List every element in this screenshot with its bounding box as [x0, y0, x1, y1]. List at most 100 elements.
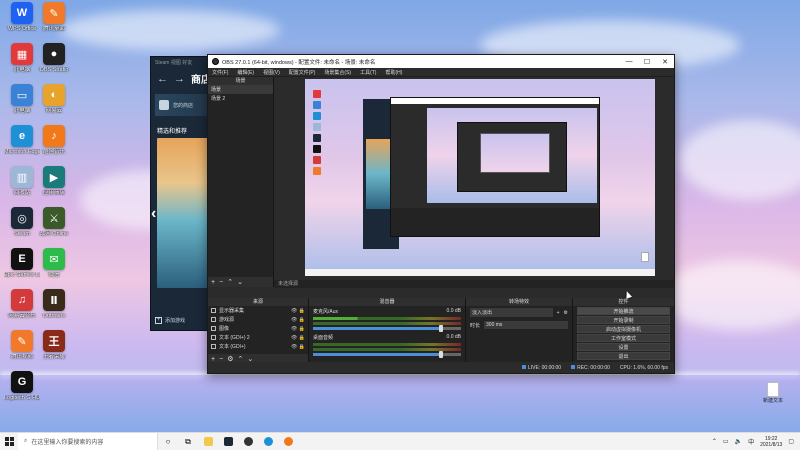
window-title: OBS 27.0.1 (64-bit, windows) - 配置文件: 未命名… — [222, 59, 376, 66]
file-explorer-icon[interactable] — [198, 433, 218, 450]
live-status: LIVE: 00:00:00 — [522, 364, 561, 371]
desktop-icon[interactable]: ● OBS Studio — [36, 43, 72, 74]
control-button[interactable]: 工作室模式 — [577, 334, 670, 342]
desktop-icon[interactable]: ✎ 腾讯视频 — [4, 330, 40, 361]
date: 2021/8/13 — [760, 441, 783, 448]
ime-icon[interactable]: 中 — [748, 437, 754, 446]
transition-select[interactable]: 淡入淡出 — [470, 308, 553, 317]
sources-header: 来源 — [208, 298, 308, 306]
desktop-icon[interactable]: ♪ 酷狗音乐 — [36, 125, 72, 156]
desktop-icon-label: 网易云 — [45, 108, 63, 114]
visibility-lock-icon[interactable]: 👁 🔒 — [291, 344, 305, 350]
desktop-icon[interactable]: ◎ Steam — [4, 207, 40, 238]
desktop-icon[interactable]: W WPS Office — [4, 2, 40, 33]
task-view-icon[interactable]: ⧉ — [178, 433, 198, 450]
music-taskbar-icon[interactable] — [278, 433, 298, 450]
control-button[interactable]: 开始推流 — [577, 307, 670, 315]
app-icon: ✎ — [43, 2, 65, 24]
scene-item[interactable]: 场景 2 — [208, 94, 273, 103]
taskbar-search[interactable]: ⌕ 在这里输入你要搜索的内容 — [18, 432, 158, 450]
duration-input[interactable]: 300 ms — [484, 321, 568, 329]
volume-slider[interactable] — [313, 325, 461, 332]
desktop-icon-label: 此电脑 — [13, 108, 31, 114]
desktop-file[interactable]: 新建文本 — [761, 382, 785, 404]
volume-icon[interactable]: 🔈 — [735, 438, 742, 445]
add-game-button[interactable]: + 添加游戏 — [155, 317, 185, 324]
channel-name: 桌面音频 — [313, 335, 334, 341]
source-label: 图像 — [219, 326, 230, 332]
close-icon[interactable]: ✕ — [656, 58, 674, 66]
desktop-icon[interactable]: ▦ 此电脑 — [4, 43, 40, 74]
desktop-icon[interactable]: ⚔ 战网 Online — [36, 207, 72, 238]
desktop-icon[interactable]: ▶ 应用商店 — [36, 166, 72, 197]
notification-icon[interactable]: ▢ — [788, 438, 794, 445]
obs-titlebar[interactable]: OBS 27.0.1 (64-bit, windows) - 配置文件: 未命名… — [208, 55, 674, 68]
add-icon[interactable]: + — [557, 310, 560, 316]
menu-item[interactable]: 配置文件(P) — [289, 69, 316, 76]
chevron-up-icon[interactable]: ⌃ — [227, 278, 233, 286]
desktop-icon[interactable]: 王王者荣耀 — [36, 330, 72, 361]
start-button[interactable] — [0, 437, 18, 446]
desktop-icon[interactable]: ◐ 网易云 — [36, 84, 72, 115]
cortana-icon[interactable]: ○ — [158, 433, 178, 450]
app-icon: ◎ — [11, 207, 33, 229]
desktop-icon[interactable]: ▥ 回收站 — [4, 166, 40, 197]
desktop-icon[interactable]: Ⅱ Outriders — [36, 289, 72, 320]
desktop-icon-label: 腾讯视频 — [10, 354, 33, 360]
back-arrow-icon[interactable]: ← — [157, 73, 168, 85]
network-icon[interactable]: ▭ — [723, 438, 729, 445]
menu-item[interactable]: 场景集合(S) — [324, 69, 351, 76]
visibility-lock-icon[interactable]: 👁 🔒 — [291, 326, 305, 332]
desktop-icon[interactable]: ✎ 腾讯桌面 — [36, 2, 72, 33]
desktop-icon-label: 回收站 — [13, 190, 31, 196]
desktop-icon[interactable]: E Epic Games Launcher — [4, 248, 40, 279]
visibility-lock-icon[interactable]: 👁 🔒 — [291, 317, 305, 323]
steam-taskbar-icon[interactable] — [218, 433, 238, 450]
source-item[interactable]: 文本 (GDI+) 2 👁 🔒 — [208, 333, 308, 342]
menu-item[interactable]: 文件(F) — [212, 69, 228, 76]
desktop-icon[interactable]: e Microsoft Edge — [4, 125, 40, 156]
app-icon: ▥ — [11, 166, 33, 188]
obs-taskbar-icon[interactable] — [238, 433, 258, 450]
control-button[interactable]: 开始录制 — [577, 316, 670, 324]
menu-item[interactable]: 视图(V) — [263, 69, 280, 76]
desktop-icon[interactable]: ▭ 此电脑 — [4, 84, 40, 115]
control-button[interactable]: 设置 — [577, 343, 670, 351]
channel-level: 0.0 dB — [446, 308, 461, 314]
menu-item[interactable]: 工具(T) — [360, 69, 376, 76]
chevron-down-icon[interactable]: ⌄ — [237, 278, 243, 286]
source-item[interactable]: 游戏源 👁 🔒 — [208, 315, 308, 324]
menu-item[interactable]: 编辑(E) — [237, 69, 254, 76]
clock[interactable]: 19:22 2021/8/13 — [760, 436, 782, 448]
scenes-panel: 场景 场景 场景 2 + − ⌃ ⌄ — [208, 77, 274, 287]
source-item[interactable]: 文本 (GDI+) 👁 🔒 — [208, 342, 308, 351]
volume-slider[interactable] — [313, 351, 461, 358]
maximize-icon[interactable]: ☐ — [638, 58, 656, 66]
remove-icon[interactable]: − — [219, 279, 223, 286]
app-icon: ✉ — [43, 248, 65, 270]
desktop-icon[interactable]: ♫ 网易云音乐 — [4, 289, 40, 320]
duration-label: 时长 — [470, 322, 481, 329]
forward-arrow-icon[interactable]: → — [174, 73, 185, 85]
chevron-up-icon[interactable]: ⌃ — [712, 438, 717, 445]
desktop-icon[interactable]: ✉ 微信 — [36, 248, 72, 279]
desktop-icon[interactable]: G Logitech G HUB — [4, 371, 40, 402]
obs-window[interactable]: OBS 27.0.1 (64-bit, windows) - 配置文件: 未命名… — [207, 54, 675, 374]
app-icon: ▶ — [43, 166, 65, 188]
visibility-lock-icon[interactable]: 👁 🔒 — [291, 335, 305, 341]
scene-item[interactable]: 场景 — [208, 85, 273, 94]
chevron-left-icon[interactable]: ‹ — [151, 205, 156, 223]
source-type-icon — [211, 326, 216, 331]
visibility-lock-icon[interactable]: 👁 🔒 — [291, 308, 305, 314]
edge-taskbar-icon[interactable] — [258, 433, 278, 450]
menu-item[interactable]: 帮助(H) — [385, 69, 402, 76]
control-button[interactable]: 退出 — [577, 352, 670, 360]
gear-icon[interactable]: ⚙ — [564, 310, 568, 316]
source-item[interactable]: 图像 👁 🔒 — [208, 324, 308, 333]
minimize-icon[interactable]: — — [620, 58, 638, 65]
preview-obs-window — [390, 97, 600, 237]
control-button[interactable]: 启动虚拟摄像机 — [577, 325, 670, 333]
add-icon[interactable]: + — [211, 279, 215, 286]
preview-canvas[interactable] — [305, 79, 655, 276]
source-item[interactable]: 显示器采集 👁 🔒 — [208, 306, 308, 315]
